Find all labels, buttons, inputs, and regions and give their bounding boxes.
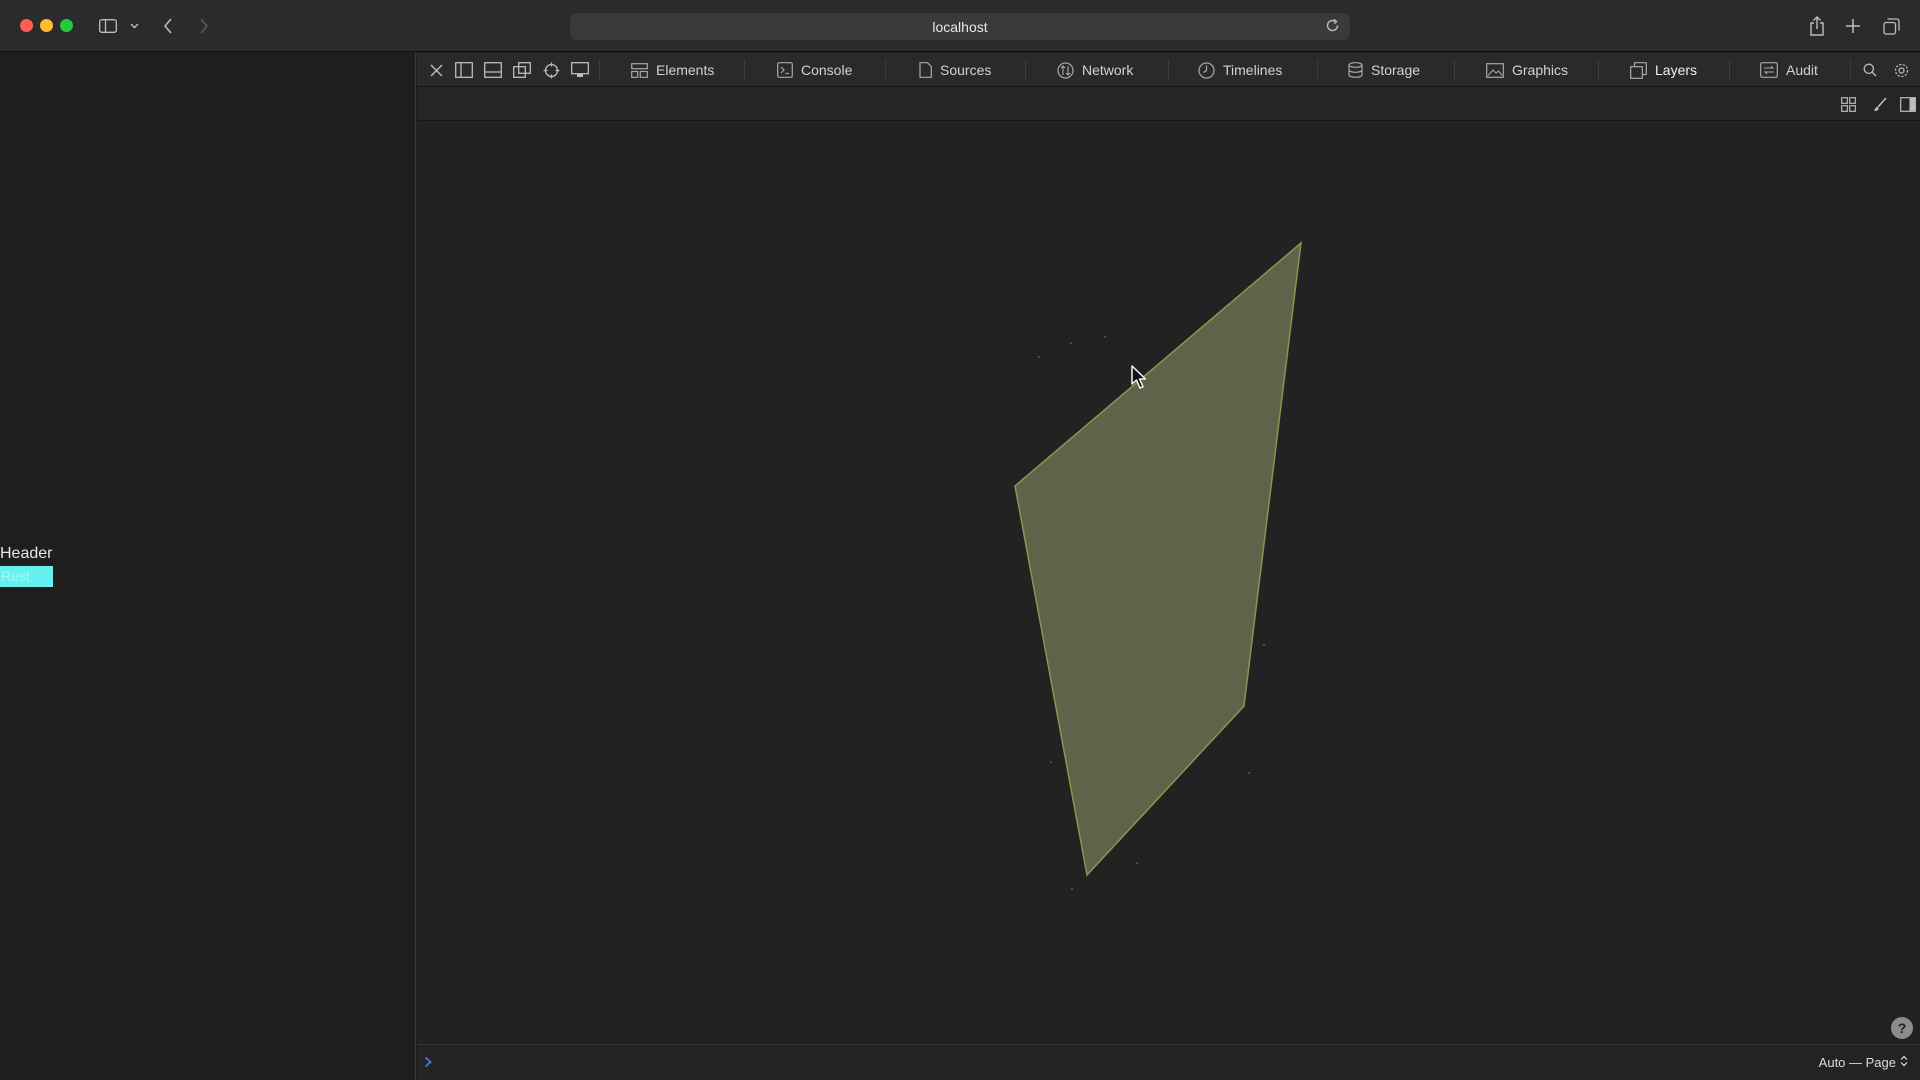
tab-label: Audit: [1786, 62, 1818, 78]
tab-divider: [1317, 59, 1318, 81]
tab-divider: [885, 59, 886, 81]
maximize-window-button[interactable]: [60, 19, 73, 32]
tab-console[interactable]: Console: [777, 53, 852, 87]
page-header-text: Header: [0, 545, 53, 562]
tab-label: Layers: [1655, 62, 1698, 78]
tab-divider: [1729, 59, 1730, 81]
inspector-bottom-bar: Auto — Page: [417, 1044, 1920, 1080]
console-icon: [777, 62, 793, 78]
tab-label: Graphics: [1512, 62, 1569, 78]
url-text: localhost: [932, 19, 988, 35]
dock-bottom-icon[interactable]: [482, 60, 504, 80]
timelines-icon: [1198, 61, 1215, 79]
network-icon: [1057, 61, 1074, 79]
tab-overview-icon[interactable]: [1881, 14, 1901, 38]
debris-dot: [1050, 761, 1052, 763]
layer-visualization: [1014, 241, 1302, 890]
tab-divider: [1850, 59, 1851, 81]
device-settings-icon[interactable]: [569, 60, 591, 80]
close-inspector-icon[interactable]: [425, 60, 447, 80]
debris-dot: [1070, 342, 1072, 344]
element-picker-icon[interactable]: [540, 60, 562, 80]
dock-left-icon[interactable]: [453, 60, 475, 80]
help-button[interactable]: ?: [1891, 1017, 1913, 1039]
tab-divider: [1598, 59, 1599, 81]
detach-window-icon[interactable]: [511, 60, 533, 80]
sidebar-toggle-icon[interactable]: [97, 14, 119, 38]
sources-icon: [919, 62, 932, 78]
tab-sources[interactable]: Sources: [919, 53, 991, 87]
tab-label: Timelines: [1223, 62, 1283, 78]
gear-icon[interactable]: [1890, 60, 1912, 80]
tab-divider: [744, 59, 745, 81]
address-bar[interactable]: localhost: [570, 13, 1350, 40]
tab-elements[interactable]: Elements: [631, 53, 714, 87]
forward-icon[interactable]: [196, 14, 212, 38]
debris-dot: [1248, 772, 1250, 774]
toolbar-divider: [599, 59, 600, 81]
tab-label: Sources: [940, 62, 992, 78]
inspector-toolbar: Elements Console Sources Network Timelin…: [417, 53, 1920, 87]
tab-network[interactable]: Network: [1057, 53, 1133, 87]
grid-icon[interactable]: [1837, 94, 1859, 114]
browser-window: localhost Header Rest Elements Console S…: [0, 0, 1920, 1080]
chevron-down-icon[interactable]: [128, 14, 140, 38]
tab-label: Console: [801, 62, 853, 78]
search-icon[interactable]: [1859, 60, 1881, 80]
tab-graphics[interactable]: Graphics: [1486, 53, 1568, 87]
mouse-cursor-icon: [1131, 365, 1147, 396]
share-icon[interactable]: [1807, 14, 1827, 38]
audit-icon: [1760, 62, 1778, 78]
close-window-button[interactable]: [20, 19, 33, 32]
back-icon[interactable]: [160, 14, 176, 38]
layers-subtoolbar: [417, 87, 1920, 121]
storage-icon: [1348, 62, 1363, 78]
debris-dot: [1104, 336, 1106, 338]
debris-dot: [1071, 888, 1073, 890]
elements-icon: [631, 62, 648, 78]
execution-context-selector[interactable]: Auto — Page: [1819, 1055, 1908, 1070]
page-rest-block: Rest: [0, 566, 53, 587]
debris-dot: [1038, 356, 1040, 358]
tab-divider: [1454, 59, 1455, 81]
tab-layers[interactable]: Layers: [1630, 53, 1697, 87]
debris-dot: [1136, 862, 1138, 864]
console-prompt-icon[interactable]: [424, 1055, 433, 1073]
reload-icon[interactable]: [1325, 18, 1340, 38]
paint-brush-icon[interactable]: [1869, 94, 1891, 114]
tab-label: Elements: [656, 62, 715, 78]
web-inspector: Elements Console Sources Network Timelin…: [417, 53, 1920, 1080]
tab-divider: [1025, 59, 1026, 81]
tab-label: Storage: [1371, 62, 1421, 78]
layers-3d-viewport[interactable]: [417, 122, 1920, 1044]
page-content: Header Rest: [0, 53, 416, 1080]
execution-context-label: Auto — Page: [1818, 1055, 1896, 1070]
layer-plane: [1014, 241, 1302, 877]
up-down-chevron-icon: [1900, 1055, 1908, 1070]
graphics-icon: [1486, 62, 1504, 78]
tab-divider: [1168, 59, 1169, 81]
tab-timelines[interactable]: Timelines: [1198, 53, 1282, 87]
layers-icon: [1630, 61, 1647, 79]
details-sidebar-icon[interactable]: [1897, 94, 1919, 114]
tab-audit[interactable]: Audit: [1760, 53, 1818, 87]
new-tab-icon[interactable]: [1843, 14, 1863, 38]
minimize-window-button[interactable]: [40, 19, 53, 32]
title-bar: localhost: [0, 0, 1920, 52]
debris-dot: [1263, 644, 1265, 646]
tab-storage[interactable]: Storage: [1348, 53, 1420, 87]
tab-label: Network: [1082, 62, 1134, 78]
